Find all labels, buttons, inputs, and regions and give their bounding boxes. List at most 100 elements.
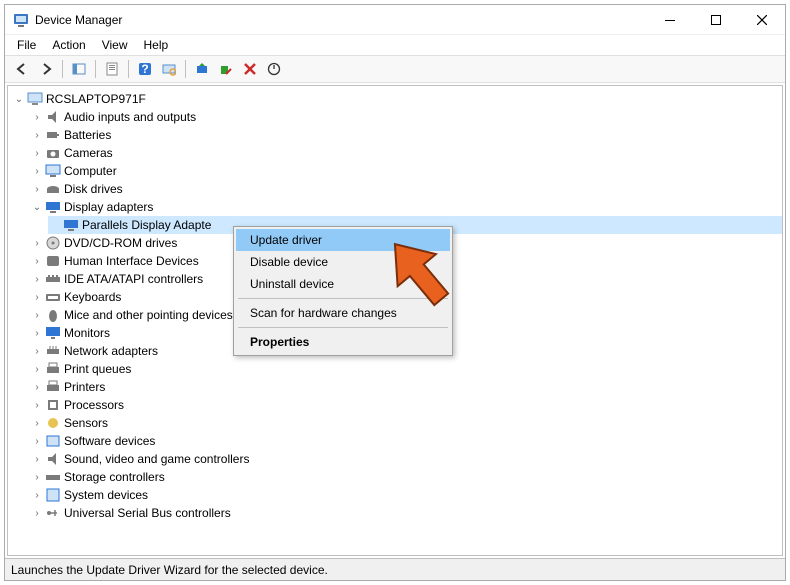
expand-icon[interactable]: › xyxy=(30,130,44,141)
expand-icon[interactable]: › xyxy=(30,454,44,465)
category-icon xyxy=(45,397,61,413)
tree-root-label: RCSLAPTOP971F xyxy=(46,92,146,106)
toolbar: ? xyxy=(5,55,785,83)
menu-view[interactable]: View xyxy=(94,36,136,54)
expand-icon[interactable]: › xyxy=(30,418,44,429)
back-button[interactable] xyxy=(11,58,33,80)
category-icon xyxy=(45,145,61,161)
tree-category-label: Processors xyxy=(64,398,124,412)
context-separator xyxy=(238,327,448,328)
toolbar-separator xyxy=(95,60,96,78)
category-icon xyxy=(45,433,61,449)
context-separator xyxy=(238,298,448,299)
tree-category-label: Sensors xyxy=(64,416,108,430)
toolbar-separator xyxy=(185,60,186,78)
disable-device-toolbar-button[interactable] xyxy=(215,58,237,80)
tree-category[interactable]: › Print queues xyxy=(30,360,782,378)
maximize-button[interactable] xyxy=(693,5,739,35)
category-icon xyxy=(45,415,61,431)
tree-category[interactable]: › Sound, video and game controllers xyxy=(30,450,782,468)
expand-icon[interactable]: › xyxy=(30,310,44,321)
tree-category[interactable]: › System devices xyxy=(30,486,782,504)
tree-category[interactable]: ⌄ Display adapters xyxy=(30,198,782,216)
tree-device-label: Parallels Display Adapte xyxy=(82,218,211,232)
update-driver-toolbar-button[interactable] xyxy=(191,58,213,80)
properties-button[interactable] xyxy=(101,58,123,80)
window-controls xyxy=(647,5,785,35)
category-icon xyxy=(45,361,61,377)
tree-category[interactable]: › Storage controllers xyxy=(30,468,782,486)
computer-icon xyxy=(27,91,43,107)
expand-icon[interactable]: › xyxy=(30,508,44,519)
expand-icon[interactable]: › xyxy=(30,148,44,159)
category-icon xyxy=(45,379,61,395)
minimize-button[interactable] xyxy=(647,5,693,35)
context-update-driver-label: Update driver xyxy=(250,233,322,247)
expand-icon[interactable]: › xyxy=(30,490,44,501)
context-menu: Update driver Disable device Uninstall d… xyxy=(233,226,453,356)
category-icon xyxy=(45,487,61,503)
status-bar: Launches the Update Driver Wizard for th… xyxy=(5,558,785,580)
context-scan-hardware-label: Scan for hardware changes xyxy=(250,306,397,320)
tree-category-label: Batteries xyxy=(64,128,111,142)
titlebar: Device Manager xyxy=(5,5,785,35)
toolbar-separator xyxy=(128,60,129,78)
expand-icon[interactable]: › xyxy=(30,112,44,123)
context-disable-device-label: Disable device xyxy=(250,255,328,269)
tree-category[interactable]: › Processors xyxy=(30,396,782,414)
expand-icon[interactable]: › xyxy=(30,346,44,357)
tree-category[interactable]: › Batteries xyxy=(30,126,782,144)
context-uninstall-device[interactable]: Uninstall device xyxy=(236,273,450,295)
menu-file[interactable]: File xyxy=(9,36,44,54)
expand-icon[interactable]: › xyxy=(30,256,44,267)
context-properties[interactable]: Properties xyxy=(236,331,450,353)
device-manager-window: Device Manager File Action View Help ? xyxy=(4,4,786,581)
context-update-driver[interactable]: Update driver xyxy=(236,229,450,251)
expand-icon[interactable]: › xyxy=(30,382,44,393)
tree-category[interactable]: › Disk drives xyxy=(30,180,782,198)
expand-icon[interactable]: › xyxy=(30,328,44,339)
expand-icon[interactable]: › xyxy=(30,436,44,447)
category-icon xyxy=(45,325,61,341)
uninstall-device-toolbar-button[interactable] xyxy=(239,58,261,80)
context-scan-hardware[interactable]: Scan for hardware changes xyxy=(236,302,450,324)
tree-category[interactable]: › Sensors xyxy=(30,414,782,432)
tree-category[interactable]: › Software devices xyxy=(30,432,782,450)
collapse-icon[interactable]: ⌄ xyxy=(12,94,26,105)
tree-category-label: Storage controllers xyxy=(64,470,165,484)
tree-category-label: IDE ATA/ATAPI controllers xyxy=(64,272,203,286)
expand-icon[interactable]: › xyxy=(30,166,44,177)
expand-icon[interactable]: › xyxy=(30,400,44,411)
expand-icon[interactable]: › xyxy=(30,364,44,375)
close-button[interactable] xyxy=(739,5,785,35)
category-icon xyxy=(45,181,61,197)
expand-icon[interactable]: › xyxy=(30,184,44,195)
tree-root[interactable]: ⌄ RCSLAPTOP971F xyxy=(12,90,782,108)
enable-device-toolbar-button[interactable] xyxy=(263,58,285,80)
forward-button[interactable] xyxy=(35,58,57,80)
expand-icon[interactable]: › xyxy=(30,292,44,303)
device-manager-icon xyxy=(13,12,29,28)
tree-category[interactable]: › Universal Serial Bus controllers xyxy=(30,504,782,522)
show-hide-console-button[interactable] xyxy=(68,58,90,80)
menu-action[interactable]: Action xyxy=(44,36,93,54)
tree-category-label: Human Interface Devices xyxy=(64,254,199,268)
collapse-icon[interactable]: ⌄ xyxy=(30,202,44,213)
tree-category[interactable]: › Audio inputs and outputs xyxy=(30,108,782,126)
scan-hardware-button[interactable] xyxy=(158,58,180,80)
tree-category[interactable]: › Printers xyxy=(30,378,782,396)
svg-text:?: ? xyxy=(141,62,148,76)
tree-category[interactable]: › Cameras xyxy=(30,144,782,162)
tree-category[interactable]: › Computer xyxy=(30,162,782,180)
expand-icon[interactable]: › xyxy=(30,238,44,249)
help-button[interactable]: ? xyxy=(134,58,156,80)
category-icon xyxy=(45,451,61,467)
category-icon xyxy=(45,271,61,287)
context-uninstall-device-label: Uninstall device xyxy=(250,277,334,291)
expand-icon[interactable]: › xyxy=(30,274,44,285)
menu-help[interactable]: Help xyxy=(136,36,177,54)
tree-category-label: Mice and other pointing devices xyxy=(64,308,233,322)
context-disable-device[interactable]: Disable device xyxy=(236,251,450,273)
tree-category-label: Printers xyxy=(64,380,105,394)
expand-icon[interactable]: › xyxy=(30,472,44,483)
